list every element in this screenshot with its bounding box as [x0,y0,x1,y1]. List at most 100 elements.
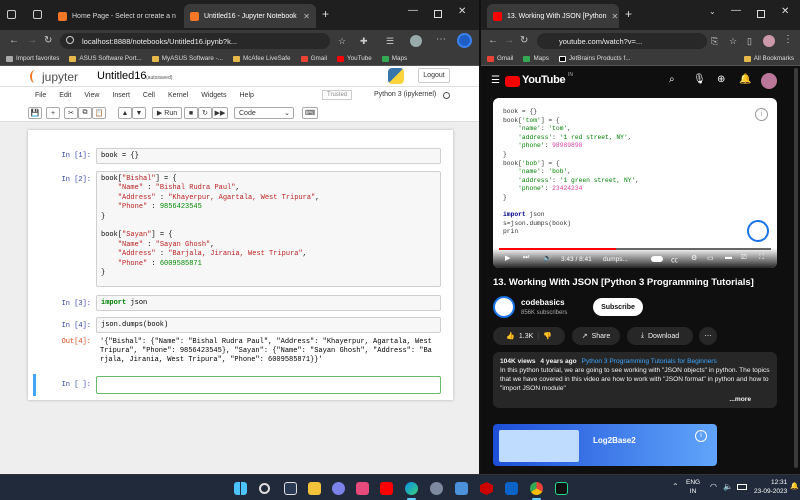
show-more-link[interactable]: ...more [729,395,751,404]
tray-overflow-icon[interactable]: ⌃ [672,482,679,491]
bing-icon[interactable] [457,33,472,48]
settings-gear-icon[interactable] [430,482,443,495]
like-button[interactable]: 👍 1.3K | 👎 [493,327,565,345]
bookmark-import-favorites[interactable]: Import favorites [6,55,59,62]
volume-icon[interactable]: 🔈 [723,482,733,491]
code-cell-5[interactable] [96,376,441,394]
menu-dots-icon[interactable]: ⋮ [783,35,793,45]
move-down-button[interactable]: ▼ [132,107,146,119]
more-actions-button[interactable]: ⋯ [699,327,717,345]
miniplayer-icon[interactable]: ▭ [707,254,714,262]
channel-avatar[interactable] [493,296,515,318]
minimize-icon[interactable]: — [408,5,418,16]
clock[interactable]: 12:31 23-09-2023 [754,478,787,496]
file-explorer-icon[interactable] [308,482,321,495]
video-player[interactable]: book = {} book['tom'] = { 'name': 'tom',… [493,98,777,268]
tab-search-icon[interactable] [33,10,42,19]
mcafee-icon[interactable] [480,482,493,495]
tab-untitled16[interactable]: Untitled16 - Jupyter Notebook ✕ [184,4,316,28]
volume-icon[interactable]: 🔊 [543,254,552,262]
puzzle-icon[interactable]: ✚ [360,36,368,46]
maximize-icon[interactable] [757,10,765,18]
avatar[interactable] [761,73,777,89]
restart-run-all-button[interactable]: ▶▶ [212,107,228,119]
menu-widgets[interactable]: Widgets [201,92,226,99]
edge-icon[interactable] [405,482,418,495]
notification-bell-icon[interactable]: 🔔 [790,482,799,490]
outlook-icon[interactable] [505,482,518,495]
theater-mode-icon[interactable]: ▬ [725,254,732,261]
chapter-label[interactable]: dumps... [603,256,628,263]
search-icon[interactable]: ⌕ [669,75,675,85]
close-icon[interactable]: ✕ [303,12,310,21]
new-tab-icon[interactable]: + [625,7,632,21]
play-icon[interactable]: ▶ [505,254,510,262]
run-button[interactable]: ▶ Run [152,107,182,119]
search-icon[interactable] [259,483,270,494]
save-button[interactable]: 💾 [28,107,42,119]
close-icon[interactable]: ✕ [611,12,618,21]
interrupt-button[interactable]: ■ [184,107,198,119]
media-player-icon[interactable] [356,482,369,495]
forward-icon[interactable]: → [27,36,37,46]
notebook-title[interactable]: Untitled16 [97,70,147,82]
youtube-logo[interactable]: YouTube [522,74,566,86]
bookmark-maps[interactable]: Maps [523,55,549,62]
menu-dots-icon[interactable]: ⋯ [436,35,446,45]
share-button[interactable]: ↗ Share [572,327,620,345]
insert-cell-button[interactable]: + [46,107,60,119]
tab-actions-icon[interactable] [7,10,16,19]
close-icon[interactable]: ✕ [181,12,182,21]
copy-button[interactable]: ⧉ [78,107,92,119]
bookmark-asus-portal[interactable]: ASUS Software Port... [69,55,142,62]
bookmark-gmail[interactable]: Gmail [487,55,513,62]
back-icon[interactable]: ← [488,36,498,46]
download-button[interactable]: ⤓ Download [627,327,693,345]
star-icon[interactable]: ☆ [729,36,737,46]
youtube-app-icon[interactable] [380,482,393,495]
minimize-icon[interactable]: — [731,5,741,16]
forward-icon[interactable]: → [504,36,514,46]
create-video-icon[interactable]: ⊕ [717,75,725,85]
language-indicator[interactable]: ENG IN [686,478,700,496]
menu-file[interactable]: File [35,92,46,99]
bookmark-gmail[interactable]: Gmail [300,55,327,62]
channel-name[interactable]: codebasics [521,298,565,307]
tab-home-page[interactable]: Home Page - Select or create a n ✕ [52,4,182,28]
menu-help[interactable]: Help [240,92,254,99]
code-cell-3[interactable]: import json [96,295,441,311]
task-view-icon[interactable] [284,482,297,495]
bookmark-myasus[interactable]: MyASUS Software -... [151,55,223,62]
menu-view[interactable]: View [84,92,99,99]
bookmark-maps[interactable]: Maps [381,55,407,62]
bookmark-all[interactable]: All Bookmarks [743,55,794,62]
youtube-logo-icon[interactable] [505,76,520,87]
microphone-icon[interactable]: 🎙 [693,75,706,85]
playlist-link[interactable]: Python 3 Programming Tutorials for Begin… [582,358,717,365]
subscribe-button[interactable]: Subscribe [593,298,643,316]
logout-button[interactable]: Logout [418,68,450,83]
ad-banner[interactable]: Log2Base2 i [493,424,717,466]
cut-button[interactable]: ✂ [64,107,78,119]
trusted-indicator[interactable]: Trusted [322,90,353,100]
next-icon[interactable]: ⏭ [523,254,529,262]
tab-dropdown-icon[interactable]: ⌄ [709,7,716,16]
scrollbar[interactable] [794,68,798,468]
code-cell-2[interactable]: book["Bishal"] = { "Name" : "Bishal Rudr… [96,171,441,287]
close-window-icon[interactable]: ✕ [781,6,789,17]
url-field[interactable]: localhost:8888/notebooks/Untitled16.ipyn… [60,33,330,49]
new-tab-icon[interactable]: + [322,7,329,21]
menu-cell[interactable]: Cell [143,92,155,99]
hamburger-menu-icon[interactable]: ☰ [491,76,500,86]
command-palette-button[interactable]: ⌨ [302,107,318,119]
tab-youtube-video[interactable]: 13. Working With JSON [Python ✕ [487,4,619,28]
menu-edit[interactable]: Edit [59,92,71,99]
bookmark-youtube[interactable]: YouTube [337,55,372,62]
bookmark-jetbrains[interactable]: JetBrains Products f... [558,55,630,62]
profile-avatar[interactable] [763,35,775,47]
captions-icon[interactable]: ㏄ [671,255,678,265]
autoplay-toggle[interactable] [651,256,663,262]
info-icon[interactable]: i [695,430,707,442]
pycharm-icon[interactable] [555,482,568,495]
teams-chat-icon[interactable] [332,482,345,495]
